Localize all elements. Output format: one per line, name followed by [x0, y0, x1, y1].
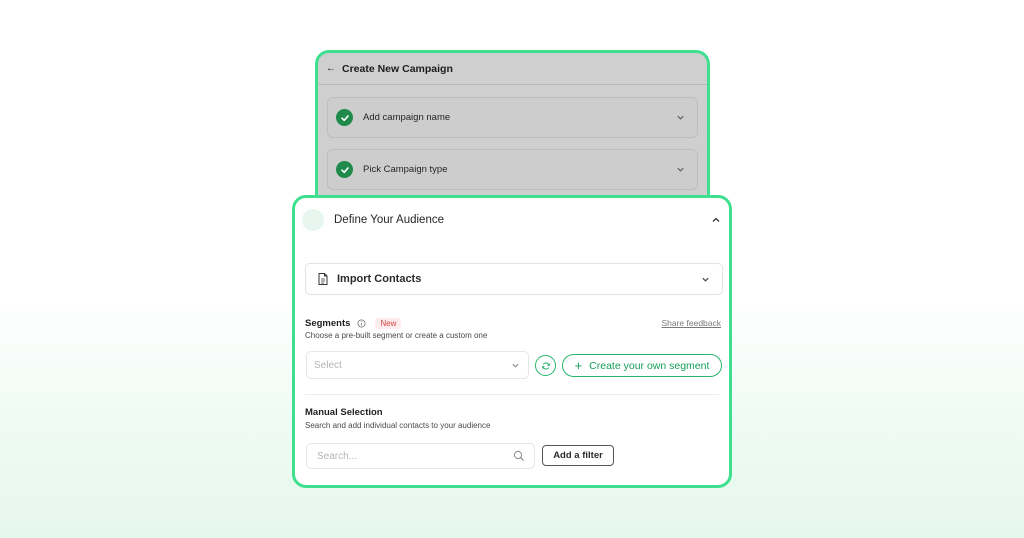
back-arrow-icon[interactable]: ← — [326, 63, 336, 74]
check-icon — [336, 109, 353, 126]
create-segment-label: Create your own segment — [589, 359, 710, 372]
step-indicator — [302, 209, 324, 231]
segments-title: Segments — [305, 317, 351, 329]
info-icon[interactable] — [357, 318, 366, 328]
segments-header: Segments New Share feedback — [305, 316, 721, 330]
contact-search-input[interactable] — [317, 450, 513, 462]
page-title: Create New Campaign — [342, 62, 453, 75]
step-pick-campaign-type[interactable]: Pick Campaign type — [327, 149, 698, 190]
segments-subtitle: Choose a pre-built segment or create a c… — [305, 331, 488, 340]
import-contacts-accordion[interactable]: Import Contacts — [305, 263, 723, 295]
contact-search-box[interactable] — [306, 443, 535, 469]
chevron-down-icon — [677, 115, 684, 120]
audience-step-title: Define Your Audience — [334, 214, 444, 226]
audience-step-header[interactable]: Define Your Audience — [302, 208, 721, 232]
import-contacts-label: Import Contacts — [337, 273, 422, 285]
define-audience-card: Define Your Audience Import Contacts Seg… — [292, 195, 732, 488]
chevron-down-icon — [512, 363, 519, 368]
chevron-down-icon — [677, 167, 684, 172]
refresh-icon — [541, 362, 550, 369]
campaign-steps-card: ← Create New Campaign Add campaign name … — [315, 50, 710, 210]
step-label: Pick Campaign type — [363, 164, 448, 175]
chevron-up-icon[interactable] — [711, 215, 721, 225]
chevron-down-icon — [702, 277, 709, 282]
share-feedback-link[interactable]: Share feedback — [661, 318, 721, 328]
section-divider — [305, 394, 719, 395]
step-label: Add campaign name — [363, 112, 451, 123]
search-icon[interactable] — [513, 450, 525, 462]
refresh-segments-button[interactable] — [535, 355, 556, 376]
new-badge: New — [375, 317, 402, 329]
step-add-campaign-name[interactable]: Add campaign name — [327, 97, 698, 138]
manual-selection-title: Manual Selection — [305, 407, 383, 418]
segment-select-placeholder: Select — [314, 359, 342, 371]
check-icon — [336, 161, 353, 178]
plus-icon: + — [574, 358, 583, 373]
segment-select[interactable]: Select — [306, 351, 529, 379]
campaign-header: ← Create New Campaign — [318, 53, 707, 85]
document-icon — [318, 273, 328, 285]
add-filter-button[interactable]: Add a filter — [542, 445, 614, 466]
manual-selection-subtitle: Search and add individual contacts to yo… — [305, 421, 491, 430]
create-segment-button[interactable]: + Create your own segment — [562, 354, 722, 377]
